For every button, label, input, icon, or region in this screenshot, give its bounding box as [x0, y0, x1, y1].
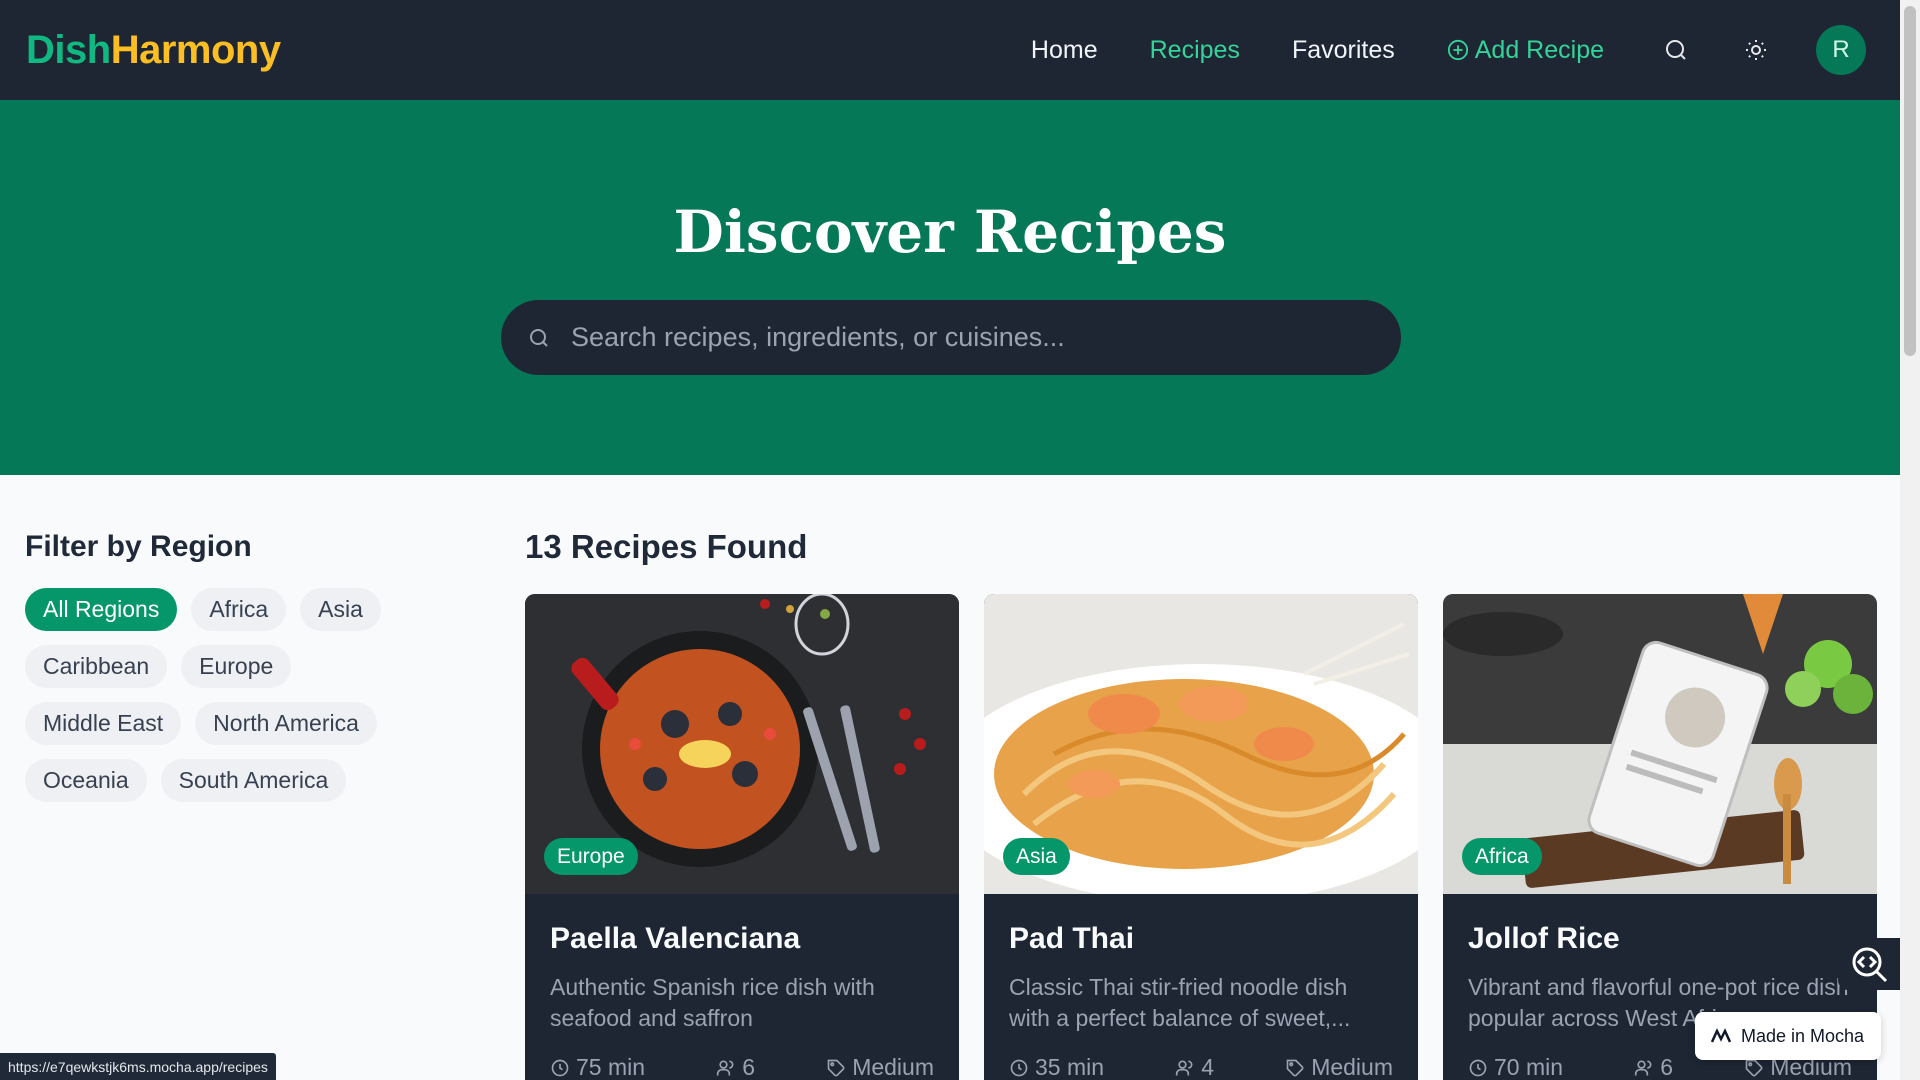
- recipe-time: 70 min: [1468, 1054, 1563, 1080]
- nav-favorites-link[interactable]: Favorites: [1292, 36, 1395, 65]
- recipe-grid: Europe Paella Valenciana Authentic Spani…: [525, 594, 1902, 1080]
- region-chip-all[interactable]: All Regions: [25, 588, 178, 631]
- status-url: https://e7qewkstjk6ms.mocha.app/recipes: [0, 1053, 276, 1080]
- nav-home-link[interactable]: Home: [1031, 36, 1098, 65]
- page-scrollbar[interactable]: [1900, 0, 1920, 1080]
- recipe-time: 75 min: [550, 1054, 645, 1080]
- recipe-servings: 4: [1175, 1054, 1214, 1080]
- search-icon: [1666, 40, 1686, 60]
- region-chip-south-america[interactable]: South America: [160, 759, 347, 802]
- recipe-difficulty: Medium: [826, 1054, 934, 1080]
- tag-icon: [827, 1059, 845, 1076]
- clock-icon: [1469, 1059, 1487, 1076]
- users-icon: [1635, 1060, 1652, 1075]
- search-bar: [501, 300, 1401, 375]
- page-title: Discover Recipes: [673, 198, 1227, 266]
- plus-circle-icon: [1447, 39, 1468, 61]
- tag-icon: [1286, 1059, 1304, 1076]
- brand-name-part1: Dish: [26, 27, 111, 72]
- region-chip-oceania[interactable]: Oceania: [25, 759, 147, 802]
- region-badge: Africa: [1462, 838, 1542, 875]
- users-icon: [1176, 1060, 1193, 1075]
- top-navbar: DishHarmony Home Recipes Favorites Add R…: [0, 0, 1900, 100]
- recipe-meta: 75 min 6 Medium: [550, 1054, 934, 1080]
- nav-recipes-link[interactable]: Recipes: [1150, 36, 1240, 65]
- add-recipe-label: Add Recipe: [1474, 35, 1604, 64]
- region-chip-middle-east[interactable]: Middle East: [25, 702, 182, 745]
- clock-icon: [1010, 1059, 1028, 1076]
- sun-icon: [1746, 40, 1766, 60]
- region-badge: Europe: [544, 838, 638, 875]
- region-badge: Asia: [1003, 838, 1070, 875]
- users-icon: [717, 1060, 734, 1075]
- search-icon: [530, 328, 548, 347]
- hero-section: Discover Recipes: [0, 100, 1900, 475]
- recipe-servings-value: 4: [1201, 1054, 1215, 1080]
- inspect-button[interactable]: [1838, 938, 1900, 990]
- filter-title: Filter by Region: [25, 530, 252, 563]
- recipe-description: Classic Thai stir-fried noodle dish with…: [1009, 974, 1351, 1031]
- recipe-time: 35 min: [1009, 1054, 1104, 1080]
- region-chip-africa[interactable]: Africa: [191, 588, 287, 631]
- region-filter-chips: All Regions Africa Asia Caribbean Europe…: [25, 588, 425, 816]
- recipe-time-value: 35 min: [1035, 1054, 1105, 1080]
- recipe-card[interactable]: Africa Jollof Rice Vibrant and flavorful…: [1443, 594, 1877, 1080]
- recipe-title: Jollof Rice: [1468, 922, 1620, 955]
- brand-name-part2: Harmony: [110, 27, 281, 72]
- region-chip-europe[interactable]: Europe: [181, 645, 292, 688]
- recipe-title: Paella Valenciana: [550, 922, 801, 955]
- region-chip-asia[interactable]: Asia: [300, 588, 381, 631]
- recipe-image: Europe: [525, 594, 959, 894]
- recipe-card[interactable]: Asia Pad Thai Classic Thai stir-fried no…: [984, 594, 1418, 1080]
- recipe-time-value: 70 min: [1494, 1054, 1564, 1080]
- user-avatar[interactable]: R: [1816, 25, 1866, 75]
- clock-icon: [551, 1059, 569, 1076]
- recipe-time-value: 75 min: [576, 1054, 646, 1080]
- recipe-difficulty-value: Medium: [852, 1054, 934, 1080]
- recipe-servings-value: 6: [742, 1054, 756, 1080]
- recipe-image: Asia: [984, 594, 1418, 894]
- mocha-logo-icon: [1711, 1028, 1731, 1043]
- recipe-servings: 6: [716, 1054, 755, 1080]
- brand-logo[interactable]: DishHarmony: [26, 28, 281, 73]
- scrollbar-thumb[interactable]: [1904, 6, 1916, 356]
- region-chip-north-america[interactable]: North America: [195, 702, 377, 745]
- recipe-description: Authentic Spanish rice dish with seafood…: [550, 974, 875, 1031]
- recipe-difficulty: Medium: [1285, 1054, 1393, 1080]
- search-input[interactable]: [571, 322, 1371, 353]
- recipe-title: Pad Thai: [1009, 922, 1135, 955]
- nav-add-recipe-link[interactable]: Add Recipe: [1447, 36, 1604, 65]
- made-in-mocha-badge[interactable]: Made in Mocha: [1695, 1012, 1881, 1060]
- recipe-meta: 35 min 4 Medium: [1009, 1054, 1393, 1080]
- results-count: 13 Recipes Found: [525, 528, 808, 565]
- code-search-icon: [1852, 947, 1888, 983]
- region-chip-caribbean[interactable]: Caribbean: [25, 645, 168, 688]
- recipe-image: Africa: [1443, 594, 1877, 894]
- tag-icon: [1745, 1059, 1763, 1076]
- search-button[interactable]: [1656, 30, 1696, 70]
- recipe-servings: 6: [1634, 1054, 1673, 1080]
- recipe-difficulty-value: Medium: [1311, 1054, 1393, 1080]
- recipe-card[interactable]: Europe Paella Valenciana Authentic Spani…: [525, 594, 959, 1080]
- theme-toggle-button[interactable]: [1736, 30, 1776, 70]
- made-in-mocha-label: Made in Mocha: [1741, 1025, 1865, 1046]
- main-nav: Home Recipes Favorites Add Recipe R: [1031, 25, 1874, 75]
- recipe-servings-value: 6: [1660, 1054, 1674, 1080]
